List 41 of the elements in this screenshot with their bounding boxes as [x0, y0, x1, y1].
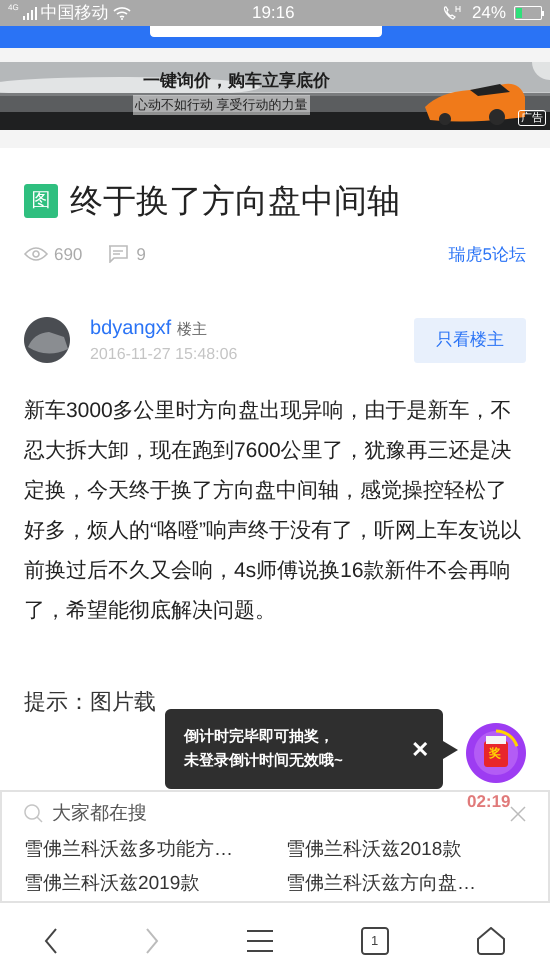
forum-link[interactable]: 瑞虎5论坛 — [448, 242, 526, 267]
post-time: 2016-11-27 15:48:06 — [90, 345, 238, 365]
author-name[interactable]: bdyangxf — [90, 313, 172, 343]
post-body: 新车3000多公里时方向盘出现异响，由于是新车，不忍大拆大卸，现在跑到7600公里了，犹豫再三还是决定换，今天终于换了方向盘中间轴，感觉操控轻松了好多，烦人的“咯噔”响声终于没有了，听网上车友说以前换过后不久又会响，4s师傅说换16款新件不会再响了，希望能彻底解决问题。 — [23, 398, 522, 624]
image-load-notice: 提示：图片载 — [24, 688, 156, 716]
back-icon[interactable] — [44, 928, 58, 954]
search-icon — [24, 804, 44, 824]
search-suggestion[interactable]: 雪佛兰科沃兹多功能方… — [24, 832, 286, 866]
author-only-button[interactable]: 只看楼主 — [414, 318, 526, 362]
wifi-icon — [112, 6, 131, 20]
search-suggestion[interactable]: 雪佛兰科沃兹方向盘… — [286, 866, 526, 900]
address-field[interactable] — [150, 26, 382, 37]
image-post-tag: 图 — [24, 184, 58, 218]
battery-percent: 24% — [472, 2, 506, 24]
carrier-name: 中国移动 — [40, 2, 109, 24]
ad-subline: 心动不如行动 享受行动的力量 — [133, 95, 310, 114]
tabs-button[interactable]: 1 — [360, 927, 389, 955]
post-title: 终于换了方向盘中间轴 — [70, 181, 400, 221]
network-label: 4G — [8, 4, 19, 12]
comment-icon — [108, 245, 128, 264]
author-role: 楼主 — [177, 320, 208, 340]
ad-logo-icon — [532, 62, 550, 80]
avatar — [24, 317, 70, 363]
prize-label: 奖 — [489, 745, 501, 762]
tooltip-text: 未登录倒计时间无效哦~ — [184, 751, 343, 771]
ad-headline: 一键询价，购车立享底价 — [143, 70, 330, 92]
view-count: 690 — [54, 244, 82, 266]
search-suggestion[interactable]: 雪佛兰科沃兹2019款 — [24, 866, 286, 900]
clock: 19:16 — [252, 2, 295, 24]
battery-icon — [514, 6, 542, 20]
eye-icon — [24, 246, 48, 262]
comment-count: 9 — [136, 244, 146, 266]
tooltip-text: 倒计时完毕即可抽奖， — [184, 727, 335, 747]
home-icon[interactable] — [476, 927, 506, 955]
ad-badge: 广告 — [518, 110, 546, 126]
close-button[interactable]: ✕ — [411, 732, 429, 766]
menu-icon[interactable] — [246, 929, 273, 953]
hot-search-title: 大家都在搜 — [52, 802, 147, 826]
search-suggestion[interactable]: 雪佛兰科沃兹2018款 — [286, 832, 526, 866]
signal-icon — [22, 6, 37, 20]
countdown-timer: 02:19 — [467, 791, 510, 813]
